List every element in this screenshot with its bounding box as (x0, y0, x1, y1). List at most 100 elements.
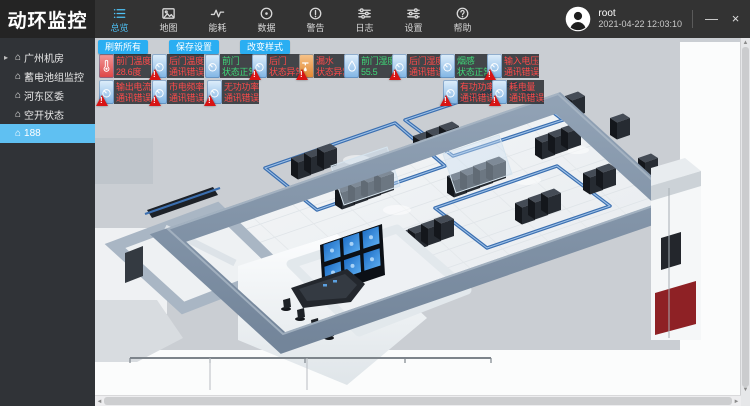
toolbar-button-刷新所有[interactable]: 刷新所有 (98, 40, 148, 54)
sidebar-item-188[interactable]: ⌂188 (0, 124, 95, 143)
tab-label: 总览 (110, 24, 128, 33)
top-bar: 动环监控 总览地图能耗数据警告日志设置帮助 root 2021-04-22 12… (0, 0, 750, 38)
warning-icon (389, 69, 401, 80)
gauge-icon (440, 54, 455, 78)
sensor-value: 通讯错误 (224, 93, 259, 103)
sensor-label: 市电频率 (169, 82, 204, 92)
tab-地图[interactable]: 地图 (144, 0, 193, 38)
settings-sliders-icon (406, 6, 421, 21)
overview-list-icon (112, 6, 127, 21)
warning-icon (149, 69, 161, 80)
nav-tabs: 总览 地图 能耗 数据 警告 日志设置 帮助 (95, 0, 487, 38)
warning-icon (489, 95, 501, 106)
tab-日志[interactable]: 日志 (340, 0, 389, 38)
tab-label: 设置 (404, 24, 422, 33)
warning-icon (249, 69, 261, 80)
gauge-icon (487, 54, 502, 78)
sensor-badge-输出电流[interactable]: 输出电流通讯错误 (99, 80, 151, 104)
tab-能耗[interactable]: 能耗 (193, 0, 242, 38)
scroll-left-arrow[interactable]: ◄ (95, 398, 104, 406)
view-toolbar: 刷新所有 保存设置 改变样式 (98, 40, 290, 54)
warning-icon (204, 95, 216, 106)
sidebar-item-广州机房[interactable]: ▸ ⌂广州机房 (0, 48, 95, 67)
sensor-value: 通讯错误 (169, 67, 204, 77)
sensor-value: 通讯错误 (116, 93, 151, 103)
sensor-label: 耗电量 (509, 82, 544, 92)
horizontal-scroll-thumb[interactable] (104, 397, 732, 405)
data-gauge-icon (259, 6, 274, 21)
gauge-icon (443, 80, 458, 104)
tab-设置[interactable]: 设置 (389, 0, 438, 38)
energy-wave-icon (210, 6, 225, 21)
gauge-icon (99, 80, 114, 104)
warning-icon (96, 95, 108, 106)
sidebar-item-蓄电池组监控[interactable]: ⌂蓄电池组监控 (0, 67, 95, 86)
tab-label: 能耗 (208, 24, 226, 33)
tab-label: 数据 (257, 24, 275, 33)
sensor-value: 28.6度 (116, 67, 151, 77)
sensor-badge-无功功率[interactable]: 无功功率通讯错误 (207, 80, 259, 104)
user-avatar-icon[interactable] (565, 6, 591, 32)
close-button[interactable]: × (727, 0, 744, 38)
home-icon: ⌂ (15, 52, 21, 63)
tab-帮助[interactable]: 帮助 (438, 0, 487, 38)
leak-icon (299, 54, 314, 78)
datetime: 2021-04-22 12:03:10 (598, 19, 682, 30)
toolbar-button-改变样式[interactable]: 改变样式 (240, 40, 290, 54)
app-window: 动环监控 总览地图能耗数据警告日志设置帮助 root 2021-04-22 12… (0, 0, 750, 406)
sensor-value: 通讯错误 (504, 67, 539, 77)
scrollbar-corner (741, 396, 750, 406)
warning-icon (296, 69, 308, 80)
sensor-badge-后门湿度[interactable]: 后门湿度通讯错误 (392, 54, 444, 78)
sensor-label: 无功功率 (224, 82, 259, 92)
home-icon: ⌂ (15, 71, 21, 82)
home-icon: ⌂ (15, 90, 21, 101)
scroll-right-arrow[interactable]: ► (732, 398, 741, 406)
tab-警告[interactable]: 警告 (291, 0, 340, 38)
sensor-value: 通讯错误 (409, 67, 444, 77)
sensor-label: 前门湿度 (361, 56, 396, 66)
tab-label: 地图 (159, 24, 177, 33)
home-icon: ⌂ (15, 128, 21, 139)
horizontal-scrollbar[interactable]: ◄ ► (95, 395, 741, 406)
sensor-badge-有功功率[interactable]: 有功功率通讯错误 (443, 80, 495, 104)
gauge-icon (207, 80, 222, 104)
home-icon: ⌂ (15, 109, 21, 120)
toolbar-button-保存设置[interactable]: 保存设置 (169, 40, 219, 54)
map-image-icon (161, 6, 176, 21)
warning-icon (484, 69, 496, 80)
warning-icon (149, 95, 161, 106)
minimize-button[interactable]: — (703, 0, 720, 38)
tab-数据[interactable]: 数据 (242, 0, 291, 38)
user-meta: root 2021-04-22 12:03:10 (598, 8, 682, 30)
sidebar-item-label: 蓄电池组监控 (24, 69, 84, 84)
help-circle-icon (455, 6, 470, 21)
vertical-scroll-thumb[interactable] (742, 47, 749, 387)
sensor-badge-耗电量[interactable]: 耗电量通讯错误 (492, 80, 544, 104)
sensor-label: 前门温度 (116, 56, 151, 66)
sidebar-item-label: 广州机房 (24, 50, 64, 65)
sensor-badge-输入电压[interactable]: 输入电压通讯错误 (487, 54, 539, 78)
sidebar-item-label: 河东区委 (24, 88, 64, 103)
sensor-badge-前门温度[interactable]: 前门温度28.6度 (99, 54, 151, 78)
gauge-icon (205, 54, 220, 78)
sidebar-item-空开状态[interactable]: ⌂空开状态 (0, 105, 95, 124)
thermometer-icon (99, 54, 114, 78)
sensor-badge-后门温度[interactable]: 后门温度通讯错误 (152, 54, 204, 78)
sidebar-item-河东区委[interactable]: ⌂河东区委 (0, 86, 95, 105)
sensor-label: 输入电压 (504, 56, 539, 66)
tab-label: 警告 (306, 24, 324, 33)
gauge-icon (152, 80, 167, 104)
sensor-value: 通讯错误 (169, 93, 204, 103)
scroll-down-arrow[interactable]: ▼ (741, 386, 750, 395)
main-canvas: 刷新所有保存设置改变样式 前门温度28.6度后门温度通讯错误前门状态正常后门状态… (95, 38, 750, 406)
secondary-render-fragment (651, 158, 701, 340)
sensor-badge-市电频率[interactable]: 市电频率通讯错误 (152, 80, 204, 104)
tab-总览[interactable]: 总览 (95, 0, 144, 38)
gauge-icon (492, 80, 507, 104)
vertical-scrollbar[interactable]: ▲ ▼ (740, 38, 750, 396)
sidebar: ▸⌂广州机房⌂蓄电池组监控⌂河东区委⌂空开状态⌂188 (0, 38, 95, 406)
sidebar-item-label: 188 (24, 128, 41, 139)
expand-arrow-icon[interactable]: ▸ (4, 53, 8, 62)
sidebar-item-label: 空开状态 (24, 107, 64, 122)
